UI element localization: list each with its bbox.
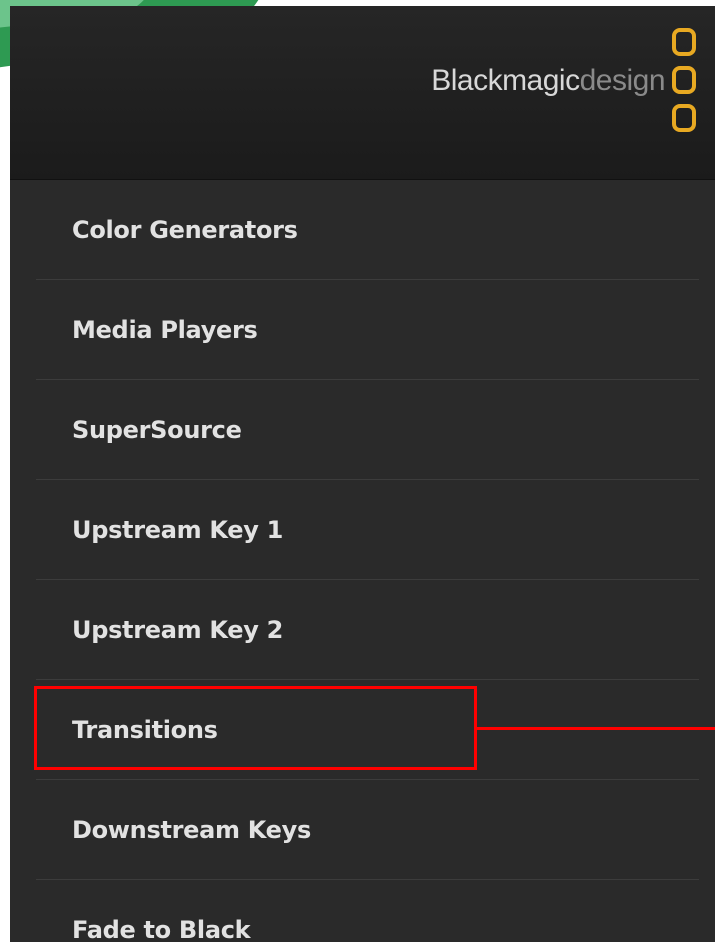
brand-name-main: Blackmagic	[431, 64, 580, 97]
page: Blackmagicdesign Color Generators Media …	[0, 0, 715, 942]
highlight-annotation-line	[477, 727, 715, 730]
menu-item-label: Media Players	[72, 316, 258, 344]
panel-header: Blackmagicdesign	[10, 6, 715, 180]
menu-item-fade-to-black[interactable]: Fade to Black	[10, 880, 715, 942]
brand-logo-text: Blackmagicdesign	[431, 64, 665, 98]
menu-item-label: SuperSource	[72, 416, 242, 444]
menu-item-media-players[interactable]: Media Players	[10, 280, 715, 380]
menu-item-label: Upstream Key 1	[72, 516, 284, 544]
highlight-annotation-box	[34, 686, 477, 770]
menu-item-label: Fade to Black	[72, 916, 251, 942]
settings-panel: Blackmagicdesign Color Generators Media …	[10, 6, 715, 942]
menu-item-color-generators[interactable]: Color Generators	[10, 180, 715, 280]
blackmagic-logo-icon	[669, 28, 699, 144]
menu-item-supersource[interactable]: SuperSource	[10, 380, 715, 480]
menu-item-downstream-keys[interactable]: Downstream Keys	[10, 780, 715, 880]
menu-item-label: Downstream Keys	[72, 816, 311, 844]
palette-menu: Color Generators Media Players SuperSour…	[10, 180, 715, 942]
menu-item-upstream-key-1[interactable]: Upstream Key 1	[10, 480, 715, 580]
menu-item-label: Color Generators	[72, 216, 298, 244]
menu-item-label: Upstream Key 2	[72, 616, 284, 644]
menu-item-upstream-key-2[interactable]: Upstream Key 2	[10, 580, 715, 680]
brand-name-sub: design	[579, 64, 666, 97]
